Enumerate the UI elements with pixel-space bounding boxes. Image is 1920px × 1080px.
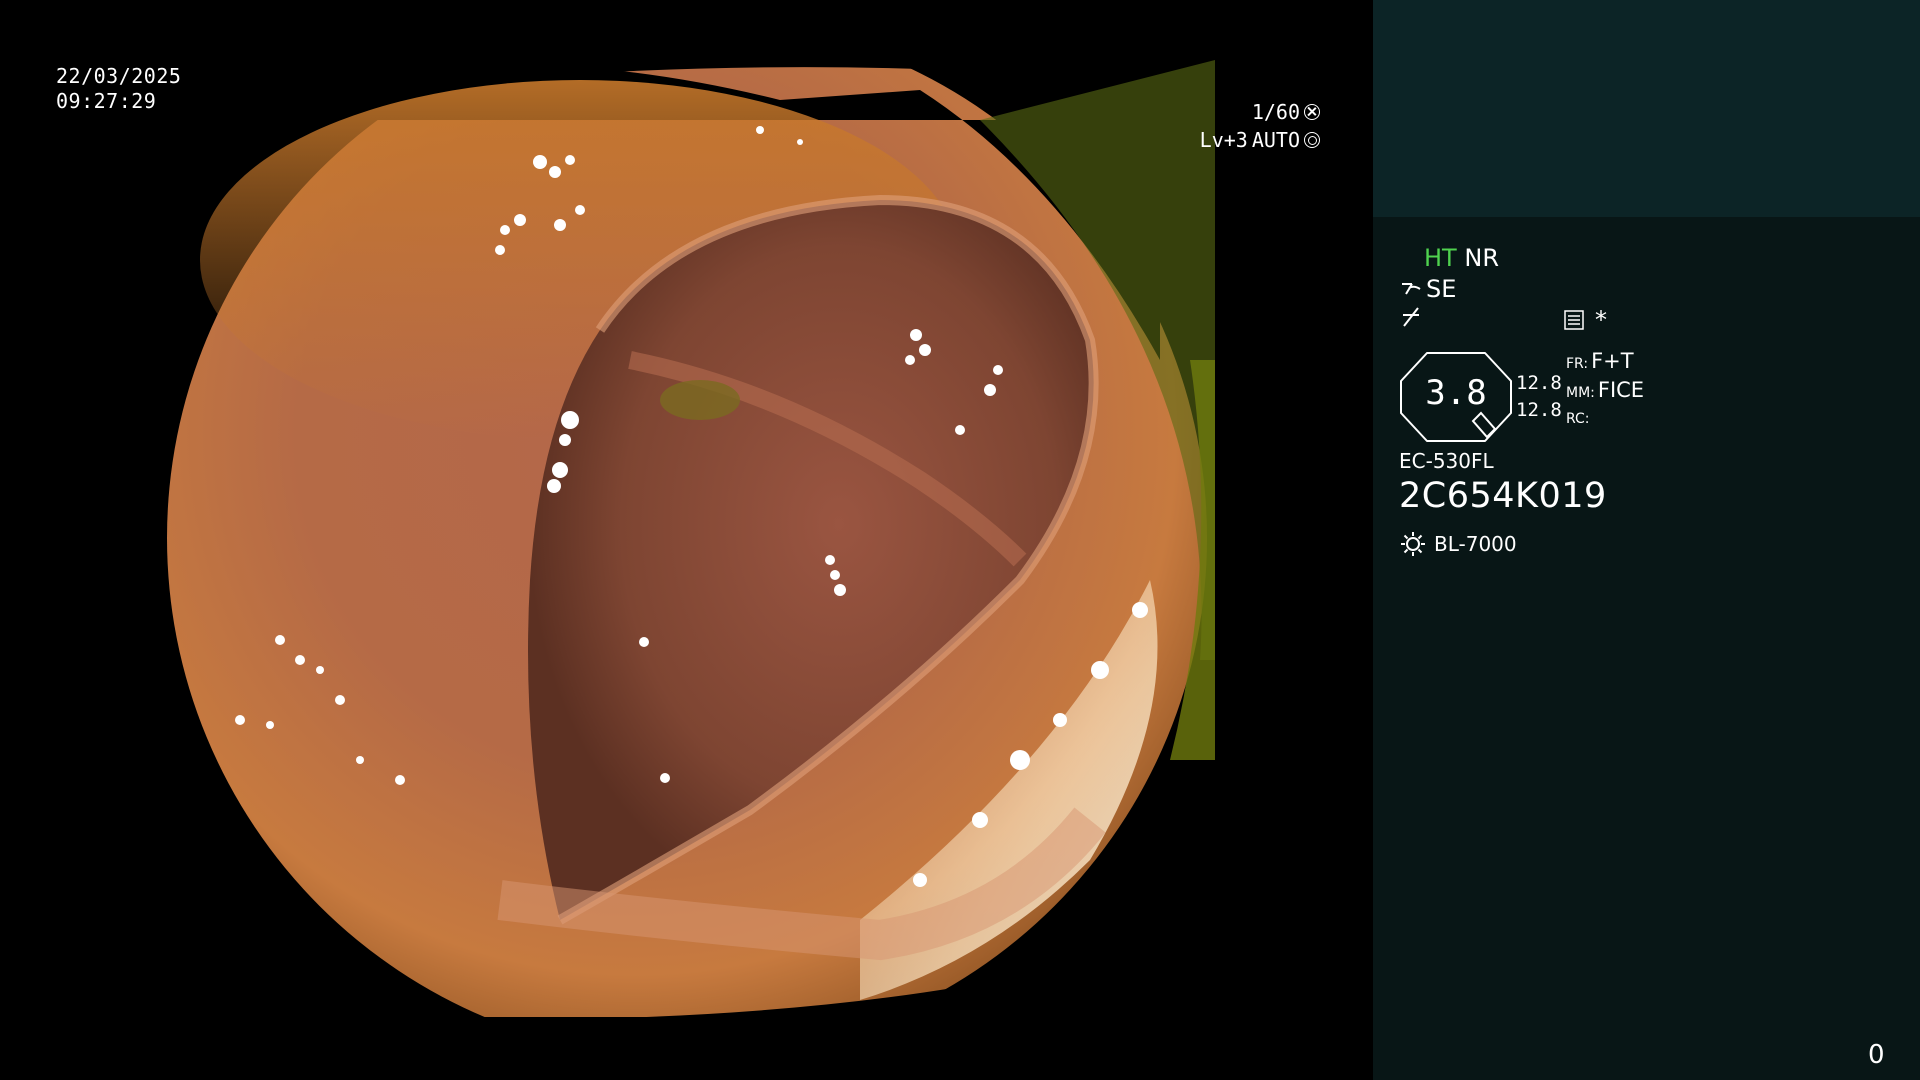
iris-icon <box>1304 132 1320 148</box>
shutter-icon <box>1304 104 1320 120</box>
se-label: SE <box>1426 275 1457 303</box>
light-icon <box>1401 532 1425 556</box>
ht-label: HT <box>1424 244 1457 272</box>
mm-row: MM: FICE <box>1566 377 1644 406</box>
rc-key: RC: <box>1566 411 1590 427</box>
thumbnail-box <box>1373 0 1920 217</box>
scope-model-text: EC-530FL <box>1399 449 1494 473</box>
level-row: Lv+3 AUTO <box>1170 126 1320 154</box>
num-top: 12.8 <box>1516 372 1562 394</box>
freeze-row <box>1401 306 1421 328</box>
num-bottom: 12.8 <box>1516 399 1562 421</box>
menu-asterisk-row: * <box>1563 306 1607 334</box>
menu-icon <box>1564 310 1584 330</box>
shutter-row: 1/60 <box>1170 98 1320 126</box>
numeric-stack: 12.8 12.8 <box>1516 370 1562 424</box>
fr-key: FR: <box>1566 356 1589 372</box>
exposure-mode-text: AUTO <box>1251 128 1300 152</box>
fr-value: F+T <box>1591 349 1634 373</box>
shutter-speed-text: 1/60 <box>1251 100 1300 124</box>
rc-row: RC: <box>1566 406 1644 432</box>
mm-key: MM: <box>1566 385 1595 401</box>
ht-nr-row: HT NR <box>1424 244 1499 272</box>
freeze-icon <box>1403 307 1419 327</box>
mode-labels: FR: F+T MM: FICE RC: <box>1566 348 1644 432</box>
structure-enhance-row: SE <box>1400 275 1456 303</box>
nr-label: NR <box>1464 244 1499 272</box>
frame-counter: 0 <box>1868 1040 1885 1070</box>
gauge-value: 3.8 <box>1425 373 1487 413</box>
date-time-display: 22/03/2025 09:27:29 <box>56 64 181 114</box>
scope-serial-text: 2C654K019 <box>1399 476 1607 516</box>
light-source-label: BL-7000 <box>1434 532 1517 556</box>
light-source-row: BL-7000 <box>1400 531 1517 557</box>
date-text: 22/03/2025 <box>56 64 182 88</box>
level-text: Lv+3 <box>1199 128 1248 152</box>
mm-value: FICE <box>1597 378 1645 402</box>
asterisk-mark: * <box>1595 306 1607 334</box>
exposure-readout: 1/60 Lv+3 AUTO <box>1170 98 1320 154</box>
time-text: 09:27:29 <box>56 89 157 113</box>
zoom-gauge: 3.8 <box>1399 351 1513 443</box>
structure-enhance-icon <box>1402 283 1421 295</box>
endoscope-video-area: 22/03/2025 09:27:29 1/60 Lv+3 AUTO <box>0 0 1373 1080</box>
fr-row: FR: F+T <box>1566 348 1644 377</box>
endoscopic-image <box>160 60 1215 1017</box>
